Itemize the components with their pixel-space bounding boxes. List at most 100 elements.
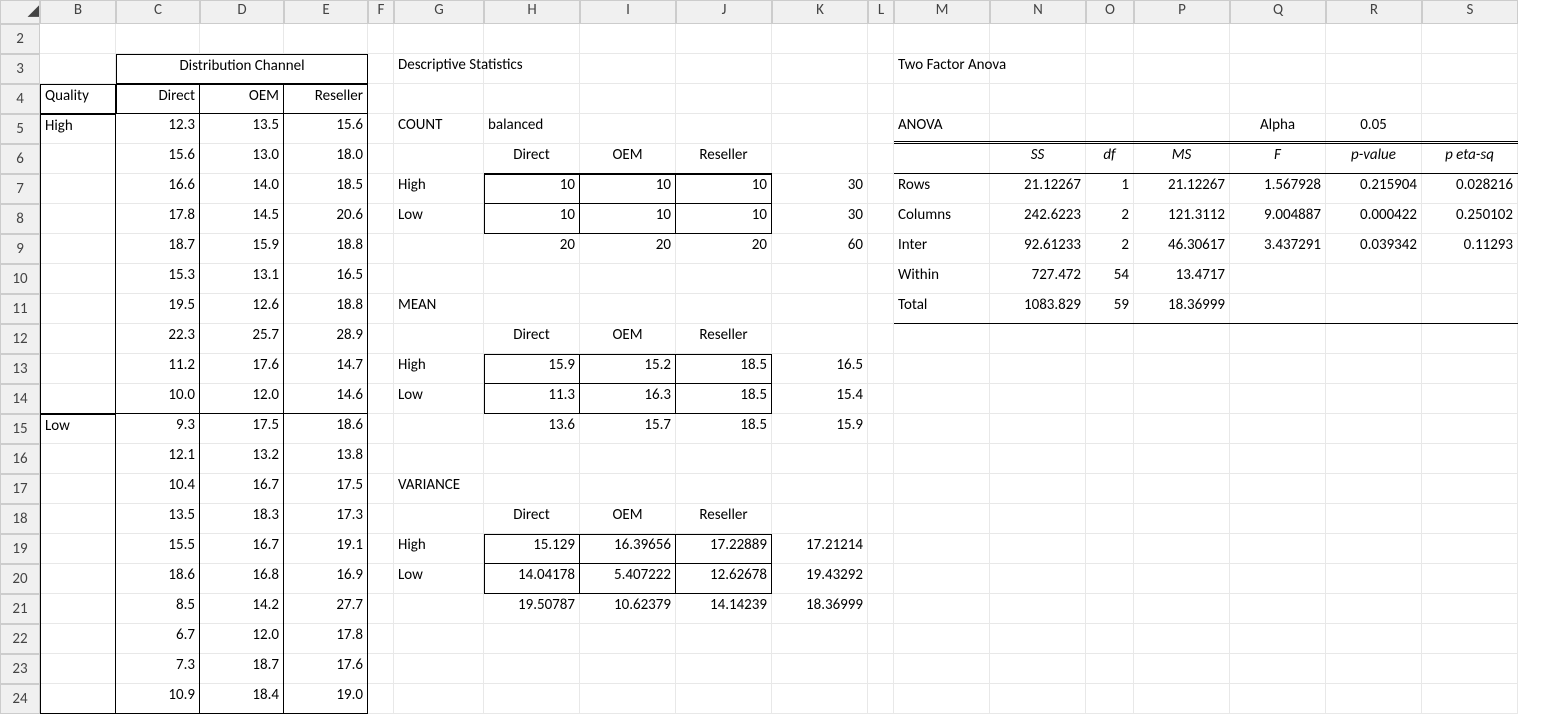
cell-F16[interactable] [368, 444, 394, 474]
col-header-D[interactable]: D [200, 0, 284, 24]
cell-N14[interactable] [990, 384, 1086, 414]
cell-K14-val[interactable]: 15.4 [772, 384, 868, 414]
cell-E14-val[interactable]: 14.6 [284, 384, 368, 414]
cell-Q21[interactable] [1230, 594, 1326, 624]
cell-H4[interactable] [484, 84, 580, 114]
cell-F18[interactable] [368, 504, 394, 534]
cell-P7-val[interactable]: 21.12267 [1134, 174, 1230, 204]
cell-S12[interactable] [1422, 324, 1518, 354]
row-header-2[interactable]: 2 [0, 24, 40, 54]
cell-J9-val[interactable]: 20 [676, 234, 772, 264]
cell-Q16[interactable] [1230, 444, 1326, 474]
cell-P24[interactable] [1134, 684, 1230, 714]
cell-N21[interactable] [990, 594, 1086, 624]
cell-H17[interactable] [484, 474, 580, 504]
select-all-corner[interactable]: ◢ [0, 0, 40, 24]
col-oem-header[interactable]: OEM [200, 84, 284, 114]
descriptive-stats-header[interactable]: Descriptive Statistics [394, 54, 484, 84]
cell-C20-val[interactable]: 18.6 [116, 564, 200, 594]
cell-S17[interactable] [1422, 474, 1518, 504]
cell-F9[interactable] [368, 234, 394, 264]
cell-P20[interactable] [1134, 564, 1230, 594]
row-header-7[interactable]: 7 [0, 174, 40, 204]
cell-N7-val[interactable]: 21.12267 [990, 174, 1086, 204]
cell-O10-val[interactable]: 54 [1086, 264, 1134, 294]
cell-Q18[interactable] [1230, 504, 1326, 534]
cell-P14[interactable] [1134, 384, 1230, 414]
cell-O5[interactable] [1086, 114, 1134, 144]
cell-M21[interactable] [894, 594, 990, 624]
cell-N2[interactable] [990, 24, 1086, 54]
row-header-8[interactable]: 8 [0, 204, 40, 234]
cell-I4[interactable] [580, 84, 676, 114]
cell-N24[interactable] [990, 684, 1086, 714]
cell-F7[interactable] [368, 174, 394, 204]
cell-L16[interactable] [868, 444, 894, 474]
cell-D23-val[interactable]: 18.7 [200, 654, 284, 684]
cell-E9-val[interactable]: 18.8 [284, 234, 368, 264]
row-header-13[interactable]: 13 [0, 354, 40, 384]
cell-P19[interactable] [1134, 534, 1230, 564]
cell-K9-val[interactable]: 60 [772, 234, 868, 264]
cell-K4[interactable] [772, 84, 868, 114]
cell-K2[interactable] [772, 24, 868, 54]
cell-H2[interactable] [484, 24, 580, 54]
cell-S9-val[interactable]: 0.11293 [1422, 234, 1518, 264]
cell-O17[interactable] [1086, 474, 1134, 504]
cell-Q20[interactable] [1230, 564, 1326, 594]
cell-N15[interactable] [990, 414, 1086, 444]
cell-G21[interactable] [394, 594, 484, 624]
cell-G18[interactable] [394, 504, 484, 534]
cell-I3[interactable] [580, 54, 676, 84]
cell-H16[interactable] [484, 444, 580, 474]
cell-G15[interactable] [394, 414, 484, 444]
cell-D2[interactable] [200, 24, 284, 54]
cell-M9-val[interactable]: Inter [894, 234, 990, 264]
cell-C19-val[interactable]: 15.5 [116, 534, 200, 564]
cell-I16[interactable] [580, 444, 676, 474]
cell-O14[interactable] [1086, 384, 1134, 414]
row-header-4[interactable]: 4 [0, 84, 40, 114]
cell-O12[interactable] [1086, 324, 1134, 354]
cell-H8-val[interactable]: 10 [484, 204, 580, 234]
cell-R2[interactable] [1326, 24, 1422, 54]
cell-L17[interactable] [868, 474, 894, 504]
cell-D17-val[interactable]: 16.7 [200, 474, 284, 504]
cell-M23[interactable] [894, 654, 990, 684]
cell-C11-val[interactable]: 19.5 [116, 294, 200, 324]
cell-I21-val[interactable]: 10.62379 [580, 594, 676, 624]
cell-C8-val[interactable]: 17.8 [116, 204, 200, 234]
cell-M18[interactable] [894, 504, 990, 534]
cell-L15[interactable] [868, 414, 894, 444]
cell-L3[interactable] [868, 54, 894, 84]
cell-K12[interactable] [772, 324, 868, 354]
cell-R17[interactable] [1326, 474, 1422, 504]
cell-H6-val[interactable]: Direct [484, 144, 580, 174]
cell-E24-val[interactable]: 19.0 [284, 684, 368, 714]
cell-J18-val[interactable]: Reseller [676, 504, 772, 534]
quality-low-label[interactable]: Low [40, 414, 116, 444]
cell-Q4[interactable] [1230, 84, 1326, 114]
cell-J4[interactable] [676, 84, 772, 114]
cell-F20[interactable] [368, 564, 394, 594]
cell-L12[interactable] [868, 324, 894, 354]
col-header-H[interactable]: H [484, 0, 580, 24]
cell-O15[interactable] [1086, 414, 1134, 444]
cell-M17[interactable] [894, 474, 990, 504]
col-header-G[interactable]: G [394, 0, 484, 24]
cell-S8-val[interactable]: 0.250102 [1422, 204, 1518, 234]
cell-K22[interactable] [772, 624, 868, 654]
cell-E12-val[interactable]: 28.9 [284, 324, 368, 354]
cell-Q12[interactable] [1230, 324, 1326, 354]
cell-J19-val[interactable]: 17.22889 [676, 534, 772, 564]
cell-O24[interactable] [1086, 684, 1134, 714]
cell-J10[interactable] [676, 264, 772, 294]
cell-P17[interactable] [1134, 474, 1230, 504]
cell-P12[interactable] [1134, 324, 1230, 354]
cell-Q15[interactable] [1230, 414, 1326, 444]
cell-I24[interactable] [580, 684, 676, 714]
cell-M7-val[interactable]: Rows [894, 174, 990, 204]
row-header-3[interactable]: 3 [0, 54, 40, 84]
cell-P2[interactable] [1134, 24, 1230, 54]
cell-C21-val[interactable]: 8.5 [116, 594, 200, 624]
